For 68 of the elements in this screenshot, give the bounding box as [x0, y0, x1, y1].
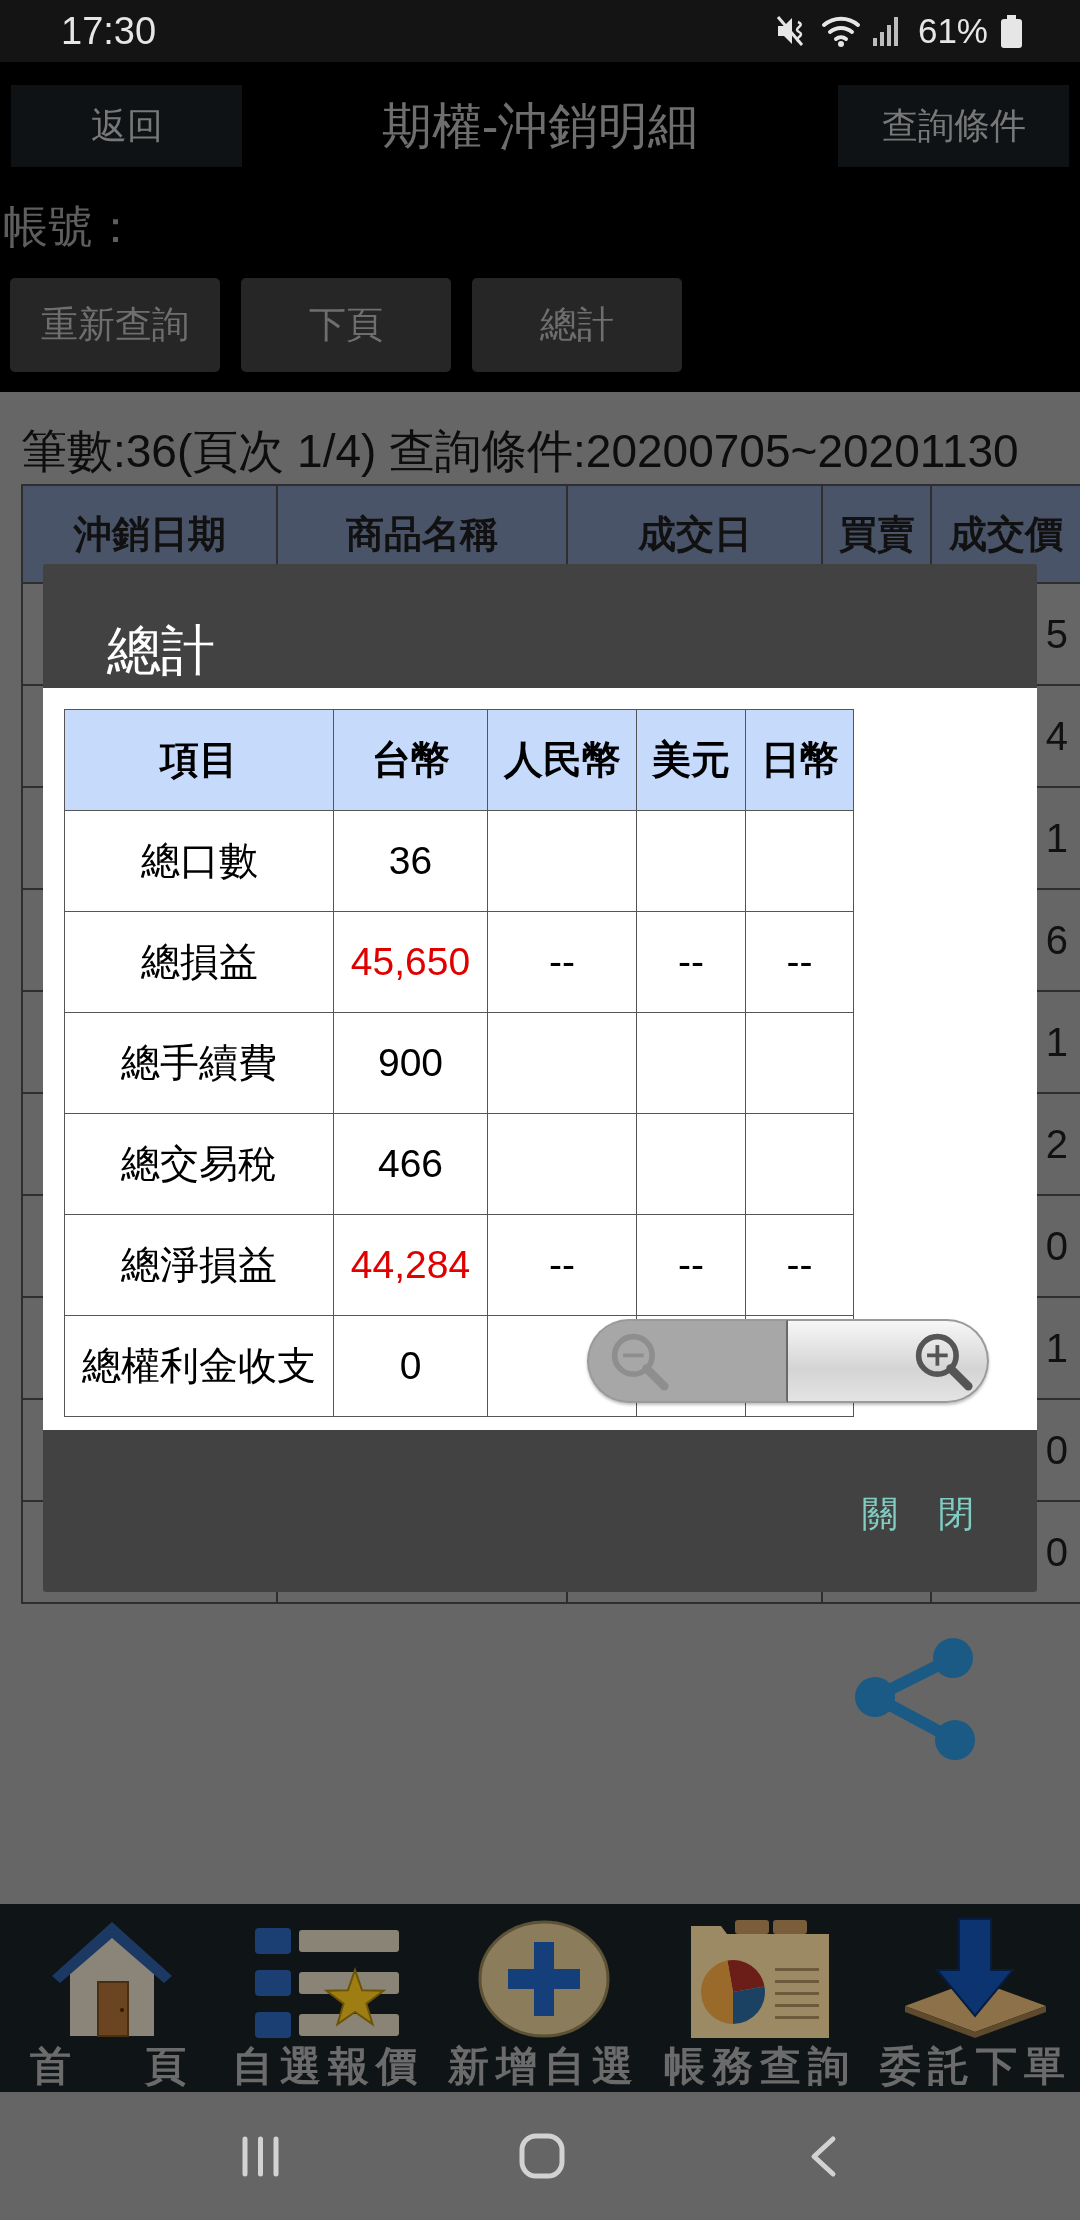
- column-header: 買賣: [838, 512, 915, 556]
- column-header: 美元: [636, 709, 746, 811]
- account-label: 帳號：: [2, 200, 138, 254]
- table-cell: 總損益: [64, 911, 334, 1013]
- zoom-in-icon: [913, 1331, 973, 1391]
- table-cell: --: [745, 1214, 854, 1316]
- nav-tab[interactable]: 自選報價: [216, 1904, 432, 2092]
- price-value: 1: [1045, 1325, 1068, 1371]
- column-header: 日幣: [745, 709, 854, 811]
- dialog-title: 總計: [107, 620, 215, 680]
- summary-text: 筆數:36(頁次 1/4) 查詢條件:20200705~20201130: [21, 424, 1019, 479]
- column-header: 沖銷日期: [73, 512, 226, 556]
- home-icon[interactable]: [519, 2133, 565, 2179]
- wifi-icon: [820, 14, 862, 48]
- table-cell: --: [636, 1214, 746, 1316]
- table-cell: 45,650: [333, 911, 488, 1013]
- pie-chart-folder-icon: [690, 1920, 829, 2038]
- battery-icon: [1000, 14, 1023, 48]
- star-list-icon: [255, 1928, 400, 2038]
- table-cell: 0: [333, 1315, 488, 1417]
- table-cell: 總口數: [64, 810, 334, 912]
- back-button[interactable]: 返回: [11, 85, 242, 167]
- table-cell: 900: [333, 1012, 488, 1114]
- column-header: 人民幣: [487, 709, 637, 811]
- clock-time: 17:30: [61, 9, 157, 54]
- price-value: 1: [1045, 1019, 1068, 1065]
- close-button[interactable]: 關 閉: [846, 1476, 990, 1552]
- toolbar-button[interactable]: 重新查詢: [10, 278, 220, 372]
- signal-icon: [871, 16, 900, 46]
- down-arrow-tray-icon: [905, 1918, 1046, 2038]
- price-value: 1: [1045, 815, 1068, 861]
- toolbar-button[interactable]: 總計: [472, 278, 682, 372]
- plus-circle-icon: [477, 1920, 610, 2038]
- nav-tab[interactable]: 委託下單: [864, 1904, 1080, 2092]
- zoom-in-button[interactable]: [788, 1319, 989, 1403]
- price-value: 5: [1045, 611, 1068, 657]
- table-cell: 總淨損益: [64, 1214, 334, 1316]
- screen-title: 期權-沖銷明細: [381, 97, 699, 156]
- zoom-out-icon: [609, 1331, 669, 1391]
- nav-tab[interactable]: 帳務查詢: [648, 1904, 864, 2092]
- table-cell: 總交易稅: [64, 1113, 334, 1215]
- table-cell: 總手續費: [64, 1012, 334, 1114]
- nav-tab[interactable]: 新增自選: [432, 1904, 648, 2092]
- column-header: 台幣: [333, 709, 488, 811]
- query-conditions-button[interactable]: 查詢條件: [838, 85, 1069, 167]
- price-value: 4: [1045, 713, 1068, 759]
- table-cell: 44,284: [333, 1214, 488, 1316]
- nav-tab[interactable]: 首 頁: [0, 1904, 216, 2092]
- table-cell: 總權利金收支: [64, 1315, 334, 1417]
- column-header: 項目: [64, 709, 334, 811]
- table-cell: --: [487, 1214, 637, 1316]
- column-header: 成交價: [949, 512, 1063, 556]
- back-icon[interactable]: [809, 2134, 837, 2178]
- table-cell: --: [745, 911, 854, 1013]
- price-value: 2: [1045, 1121, 1068, 1167]
- price-value: 0: [1045, 1529, 1068, 1575]
- battery-percent: 61%: [917, 11, 988, 51]
- price-value: 0: [1045, 1427, 1068, 1473]
- recent-apps-icon[interactable]: [240, 2134, 281, 2178]
- price-value: 0: [1045, 1223, 1068, 1269]
- table-cell: 466: [333, 1113, 488, 1215]
- table-cell: --: [487, 911, 637, 1013]
- column-header: 商品名稱: [346, 512, 498, 556]
- column-header: 成交日: [637, 512, 752, 556]
- table-cell: --: [636, 911, 746, 1013]
- price-value: 6: [1045, 917, 1068, 963]
- table-cell: 36: [333, 810, 488, 912]
- toolbar-button[interactable]: 下頁: [241, 278, 451, 372]
